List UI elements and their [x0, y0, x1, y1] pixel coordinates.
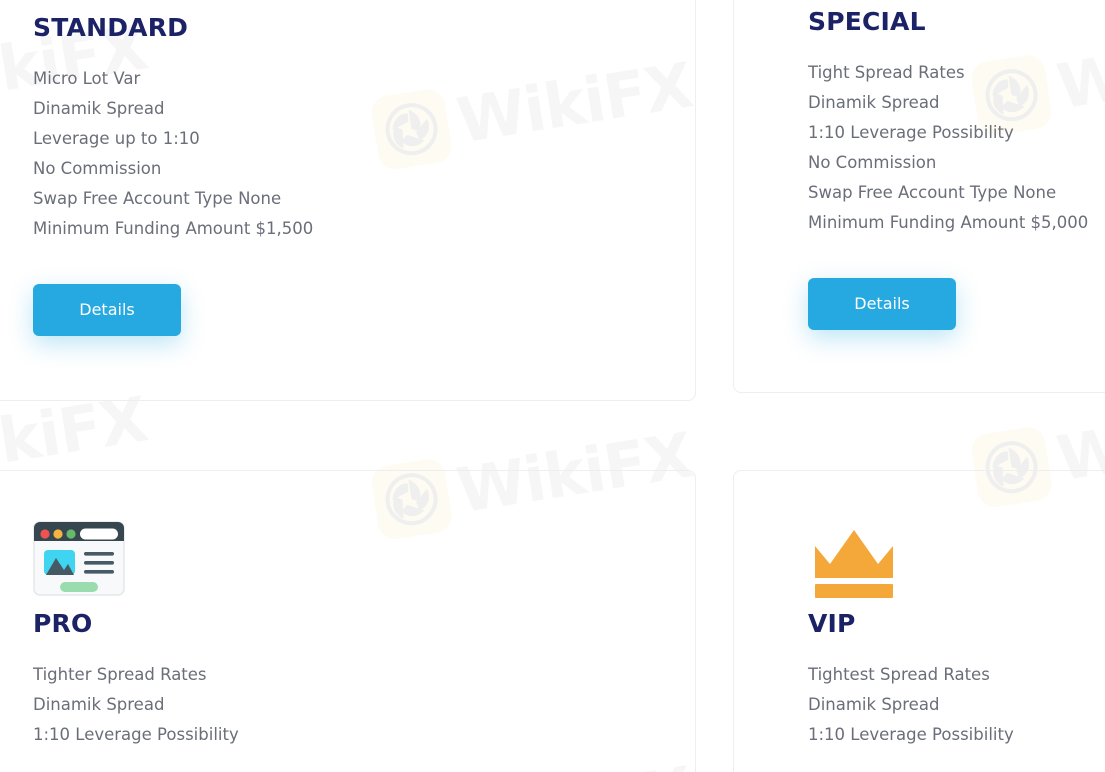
feature-item: No Commission: [33, 158, 162, 178]
feature-item: 1:10 Leverage Possibility: [808, 724, 1014, 744]
browser-window-icon: [33, 512, 125, 604]
account-card-special-body: SPECIAL Tight Spread Rates Dinamik Sprea…: [808, 8, 1088, 330]
card-title-special: SPECIAL: [808, 7, 926, 36]
account-card-vip-body: VIP Tightest Spread Rates Dinamik Spread…: [808, 512, 1014, 750]
feature-item: 1:10 Leverage Possibility: [808, 122, 1014, 142]
feature-item: Leverage up to 1:10: [33, 128, 200, 148]
feature-item: Micro Lot Var: [33, 68, 141, 88]
feature-item: 1:10 Leverage Possibility: [33, 724, 239, 744]
details-button-standard[interactable]: Details: [33, 283, 181, 336]
crown-icon: [808, 512, 900, 604]
feature-item: Swap Free Account Type None: [808, 182, 1057, 202]
feature-item: Tightest Spread Rates: [808, 664, 990, 684]
feature-item: Minimum Funding Amount $5,000: [808, 212, 1089, 232]
card-title-vip: VIP: [808, 609, 856, 638]
feature-item: Dinamik Spread: [808, 92, 940, 112]
details-button-special[interactable]: Details: [808, 277, 956, 330]
feature-item: Tight Spread Rates: [808, 62, 965, 82]
feature-list-vip: Tightest Spread Rates Dinamik Spread 1:1…: [808, 660, 1014, 750]
card-title-standard: STANDARD: [33, 13, 189, 42]
feature-item: Dinamik Spread: [33, 694, 165, 714]
account-card-pro-body: PRO Tighter Spread Rates Dinamik Spread …: [33, 512, 239, 750]
feature-item: Swap Free Account Type None: [33, 188, 282, 208]
account-card-standard-body: STANDARD Micro Lot Var Dinamik Spread Le…: [33, 14, 313, 336]
account-type-card-grid: STANDARD Micro Lot Var Dinamik Spread Le…: [0, 0, 1105, 772]
feature-list-pro: Tighter Spread Rates Dinamik Spread 1:10…: [33, 660, 239, 750]
feature-item: Tighter Spread Rates: [33, 664, 207, 684]
feature-list-standard: Micro Lot Var Dinamik Spread Leverage up…: [33, 64, 313, 244]
feature-item: Minimum Funding Amount $1,500: [33, 218, 314, 238]
feature-item: Dinamik Spread: [808, 694, 940, 714]
feature-list-special: Tight Spread Rates Dinamik Spread 1:10 L…: [808, 58, 1088, 238]
feature-item: Dinamik Spread: [33, 98, 165, 118]
card-title-pro: PRO: [33, 609, 93, 638]
feature-item: No Commission: [808, 152, 937, 172]
